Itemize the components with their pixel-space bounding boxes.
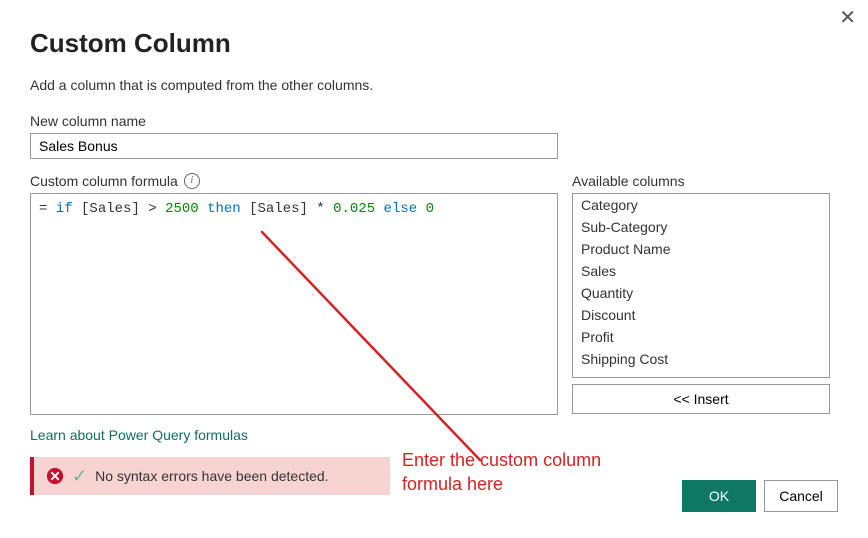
formula-eq: = <box>39 201 47 217</box>
error-icon <box>46 467 64 485</box>
formula-kw-then: then <box>207 201 241 217</box>
formula-kw-if: if <box>56 201 73 217</box>
column-item[interactable]: Product Name <box>573 238 829 260</box>
column-item[interactable]: Shipping Cost <box>573 348 829 370</box>
check-icon: ✓ <box>72 467 87 485</box>
column-item[interactable]: Sub-Category <box>573 216 829 238</box>
ok-button[interactable]: OK <box>682 480 756 512</box>
dialog-title: Custom Column <box>30 28 838 59</box>
formula-sales-ref-2: [Sales] * <box>249 201 325 217</box>
available-columns-list[interactable]: Category Sub-Category Product Name Sales… <box>572 193 830 378</box>
formula-kw-else: else <box>384 201 418 217</box>
formula-sales-ref-1: [Sales] > <box>81 201 157 217</box>
status-bar: ✓ No syntax errors have been detected. <box>30 457 390 495</box>
info-icon[interactable]: i <box>184 173 200 189</box>
formula-input[interactable]: = if [Sales] > 2500 then [Sales] * 0.025… <box>30 193 558 415</box>
new-column-name-label: New column name <box>30 113 838 129</box>
formula-literal-zero: 0 <box>426 201 434 217</box>
column-item[interactable]: Quantity <box>573 282 829 304</box>
column-item[interactable]: Sales <box>573 260 829 282</box>
custom-column-dialog: ✕ Custom Column Add a column that is com… <box>0 0 868 538</box>
cancel-button[interactable]: Cancel <box>764 480 838 512</box>
insert-button[interactable]: << Insert <box>572 384 830 414</box>
formula-label-text: Custom column formula <box>30 173 178 189</box>
dialog-subtitle: Add a column that is computed from the o… <box>30 77 838 93</box>
column-item[interactable]: Discount <box>573 304 829 326</box>
close-icon[interactable]: ✕ <box>839 8 856 28</box>
formula-label: Custom column formula i <box>30 173 558 189</box>
new-column-name-input[interactable] <box>30 133 558 159</box>
column-item[interactable]: Category <box>573 194 829 216</box>
learn-link[interactable]: Learn about Power Query formulas <box>30 427 248 443</box>
formula-literal-rate: 0.025 <box>333 201 375 217</box>
available-columns-label: Available columns <box>572 173 830 189</box>
formula-literal-2500: 2500 <box>165 201 199 217</box>
status-text: No syntax errors have been detected. <box>95 468 328 484</box>
column-item[interactable]: Profit <box>573 326 829 348</box>
